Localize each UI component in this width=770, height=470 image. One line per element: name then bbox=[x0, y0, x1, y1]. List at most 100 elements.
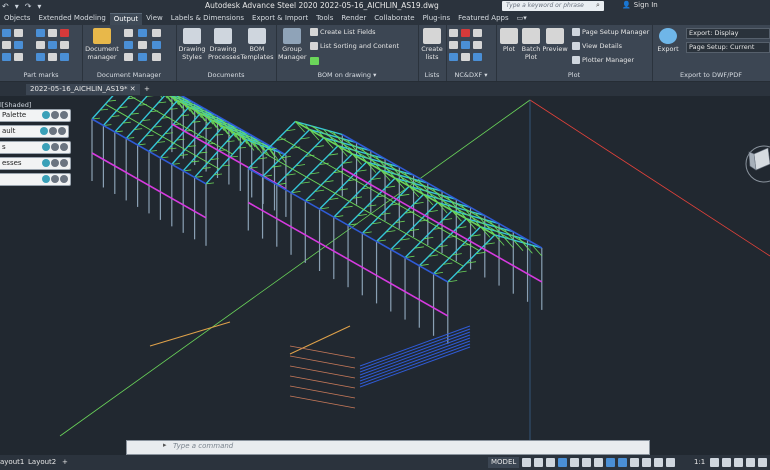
plus-icon[interactable] bbox=[51, 111, 59, 119]
part-mark-icon[interactable] bbox=[2, 53, 11, 61]
sign-in-button[interactable]: 👤 Sign In bbox=[622, 1, 658, 9]
settings-icon[interactable] bbox=[42, 159, 50, 167]
search-icon[interactable]: ⌕ bbox=[596, 1, 600, 10]
chevron-down-icon[interactable]: ▾ bbox=[15, 2, 19, 11]
part-mark-icon[interactable] bbox=[2, 29, 11, 37]
create-list-fields-button[interactable]: Create List Fields bbox=[310, 28, 375, 36]
workspace-icon[interactable] bbox=[722, 458, 731, 467]
tab-plug-ins[interactable]: Plug-ins bbox=[419, 13, 455, 24]
dynamic-input-icon[interactable] bbox=[546, 458, 555, 467]
snap-icon[interactable] bbox=[534, 458, 543, 467]
part-mark-icon[interactable] bbox=[2, 41, 11, 49]
plot-button[interactable]: Plot bbox=[498, 28, 520, 53]
create-lists-button[interactable]: Create lists bbox=[420, 28, 444, 61]
plus-icon[interactable] bbox=[51, 175, 59, 183]
model-space-toggle[interactable]: MODEL bbox=[488, 457, 520, 468]
object-snap-icon[interactable] bbox=[606, 458, 615, 467]
new-tab-button[interactable]: + bbox=[140, 84, 154, 95]
redo-icon[interactable]: ↷ bbox=[25, 2, 32, 11]
nc-icon[interactable] bbox=[473, 41, 482, 49]
tab-view[interactable]: View bbox=[142, 13, 167, 24]
part-mark-icon[interactable] bbox=[36, 29, 45, 37]
viewcube-icon[interactable] bbox=[740, 142, 770, 184]
polar-icon[interactable] bbox=[570, 458, 579, 467]
plus-icon[interactable] bbox=[51, 159, 59, 167]
nc-icon[interactable] bbox=[449, 41, 458, 49]
chevron-down-icon[interactable]: ▾ bbox=[37, 2, 41, 11]
tool-palette-tab[interactable]: Palette bbox=[0, 109, 71, 122]
nc-icon[interactable] bbox=[461, 53, 470, 61]
part-mark-icon[interactable] bbox=[60, 53, 69, 61]
close-icon[interactable] bbox=[60, 159, 68, 167]
document-icon[interactable] bbox=[152, 53, 161, 61]
settings-icon[interactable] bbox=[42, 143, 50, 151]
tool-palette-tab[interactable]: s bbox=[0, 141, 71, 154]
part-mark-icon[interactable] bbox=[14, 53, 23, 61]
nc-icon[interactable] bbox=[449, 29, 458, 37]
document-icon[interactable] bbox=[138, 29, 147, 37]
part-mark-icon[interactable] bbox=[36, 41, 45, 49]
close-icon[interactable]: ✕ bbox=[130, 85, 136, 93]
close-icon[interactable] bbox=[60, 111, 68, 119]
view-details-button[interactable]: View Details bbox=[572, 42, 622, 50]
layout-tab-1[interactable]: ayout1 bbox=[0, 457, 24, 468]
bom-icon[interactable] bbox=[310, 57, 319, 65]
search-input[interactable]: Type a keyword or phrase ⌕ bbox=[502, 1, 604, 11]
annotation-scale[interactable]: 1:1 bbox=[694, 457, 705, 468]
close-icon[interactable] bbox=[60, 175, 68, 183]
tab-render[interactable]: Render bbox=[337, 13, 370, 24]
part-mark-icon[interactable] bbox=[48, 29, 57, 37]
document-icon[interactable] bbox=[138, 41, 147, 49]
plus-icon[interactable] bbox=[49, 127, 57, 135]
nc-icon[interactable] bbox=[473, 29, 482, 37]
isodraft-icon[interactable] bbox=[582, 458, 591, 467]
settings-icon[interactable] bbox=[42, 175, 50, 183]
part-mark-icon[interactable] bbox=[36, 53, 45, 61]
new-layout-button[interactable]: + bbox=[62, 457, 68, 468]
customization-menu-icon[interactable] bbox=[758, 458, 767, 467]
layout-tab-2[interactable]: Layout2 bbox=[28, 457, 56, 468]
tool-palette-tab[interactable]: esses bbox=[0, 157, 71, 170]
group-manager-button[interactable]: Group Manager bbox=[278, 28, 307, 61]
object-snap-tracking-icon[interactable] bbox=[594, 458, 603, 467]
export-display-dropdown[interactable]: Export: Display bbox=[686, 28, 770, 39]
part-mark-icon[interactable] bbox=[14, 29, 23, 37]
part-mark-icon[interactable] bbox=[48, 41, 57, 49]
nc-icon[interactable] bbox=[461, 29, 470, 37]
batch-plot-button[interactable]: Batch Plot bbox=[520, 28, 542, 61]
plus-icon[interactable] bbox=[51, 143, 59, 151]
gear-icon[interactable] bbox=[710, 458, 719, 467]
tab-featured-apps[interactable]: Featured Apps bbox=[454, 13, 512, 24]
document-icon[interactable] bbox=[138, 53, 147, 61]
preview-button[interactable]: Preview bbox=[542, 28, 568, 53]
document-icon[interactable] bbox=[124, 41, 133, 49]
document-manager-button[interactable]: Document manager bbox=[84, 28, 120, 61]
plotter-manager-button[interactable]: Plotter Manager bbox=[572, 56, 634, 64]
ribbon-options-icon[interactable]: ▭▾ bbox=[513, 13, 531, 24]
model-viewport[interactable]: l[Shaded] Palette ault s esses bbox=[0, 96, 770, 440]
document-icon[interactable] bbox=[152, 41, 161, 49]
document-icon[interactable] bbox=[124, 29, 133, 37]
part-mark-icon[interactable] bbox=[60, 29, 69, 37]
nc-icon[interactable] bbox=[473, 53, 482, 61]
page-setup-manager-button[interactable]: Page Setup Manager bbox=[572, 28, 649, 36]
lineweight-icon[interactable] bbox=[618, 458, 627, 467]
settings-icon[interactable] bbox=[40, 127, 48, 135]
tab-extended-modeling[interactable]: Extended Modeling bbox=[34, 13, 109, 24]
selection-cycling-icon[interactable] bbox=[642, 458, 651, 467]
part-mark-icon[interactable] bbox=[60, 41, 69, 49]
close-icon[interactable] bbox=[60, 143, 68, 151]
command-line-input[interactable]: ▸ Type a command bbox=[126, 440, 650, 455]
settings-icon[interactable] bbox=[42, 111, 50, 119]
viewport-label[interactable]: l[Shaded] bbox=[0, 101, 31, 109]
file-tab-active[interactable]: 2022-05-16_AICHLIN_AS19* ✕ bbox=[26, 84, 140, 95]
tab-export-import[interactable]: Export & Import bbox=[248, 13, 312, 24]
tab-collaborate[interactable]: Collaborate bbox=[370, 13, 418, 24]
tool-palette-tab[interactable] bbox=[0, 173, 71, 186]
close-icon[interactable] bbox=[58, 127, 66, 135]
tab-labels-dimensions[interactable]: Labels & Dimensions bbox=[167, 13, 248, 24]
undo-icon[interactable]: ↶ bbox=[2, 2, 9, 11]
grid-icon[interactable] bbox=[522, 458, 531, 467]
gizmo-icon[interactable] bbox=[654, 458, 663, 467]
tab-output[interactable]: Output bbox=[109, 12, 143, 25]
